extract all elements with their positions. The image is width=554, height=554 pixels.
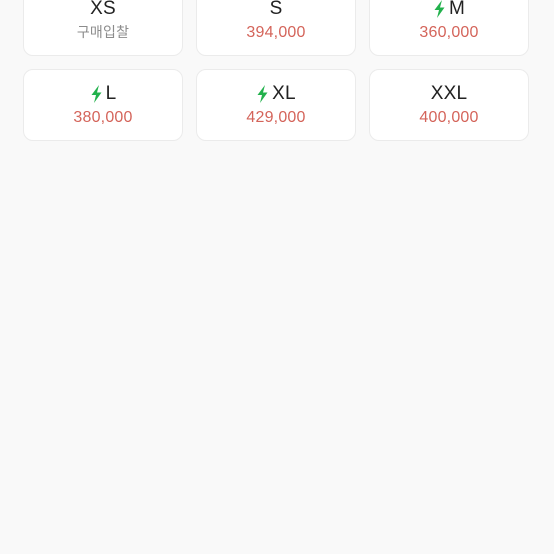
size-price: 380,000 <box>73 108 133 126</box>
size-price: 394,000 <box>246 23 306 41</box>
size-option-m[interactable]: M 360,000 <box>369 0 529 56</box>
bid-label: 구매입찰 <box>76 24 130 41</box>
size-label: XL <box>272 82 296 104</box>
size-label-row: XXL <box>431 82 468 106</box>
size-option-xxl[interactable]: XXL 400,000 <box>369 69 529 141</box>
size-label-row: XS <box>90 0 116 21</box>
size-label: S <box>269 0 283 19</box>
size-label-row: M <box>433 0 465 21</box>
size-option-grid: XS 구매입찰 S 394,000 M 360,000 L 380,000 XL… <box>23 0 530 141</box>
size-option-xs[interactable]: XS 구매입찰 <box>23 0 183 56</box>
size-label: L <box>105 82 117 104</box>
size-price: 360,000 <box>419 23 479 41</box>
size-price: 429,000 <box>246 108 306 126</box>
lightning-bolt-icon <box>257 84 268 103</box>
size-label-row: L <box>90 82 117 106</box>
lightning-bolt-icon <box>91 84 102 103</box>
size-price: 400,000 <box>419 108 479 126</box>
size-option-l[interactable]: L 380,000 <box>23 69 183 141</box>
size-option-s[interactable]: S 394,000 <box>196 0 356 56</box>
lightning-bolt-icon <box>434 0 445 18</box>
size-label: M <box>448 0 466 19</box>
size-option-xl[interactable]: XL 429,000 <box>196 69 356 141</box>
size-label-row: S <box>270 0 283 21</box>
size-label-row: XL <box>256 82 296 106</box>
size-label: XXL <box>430 82 468 104</box>
size-label: XS <box>90 0 116 19</box>
